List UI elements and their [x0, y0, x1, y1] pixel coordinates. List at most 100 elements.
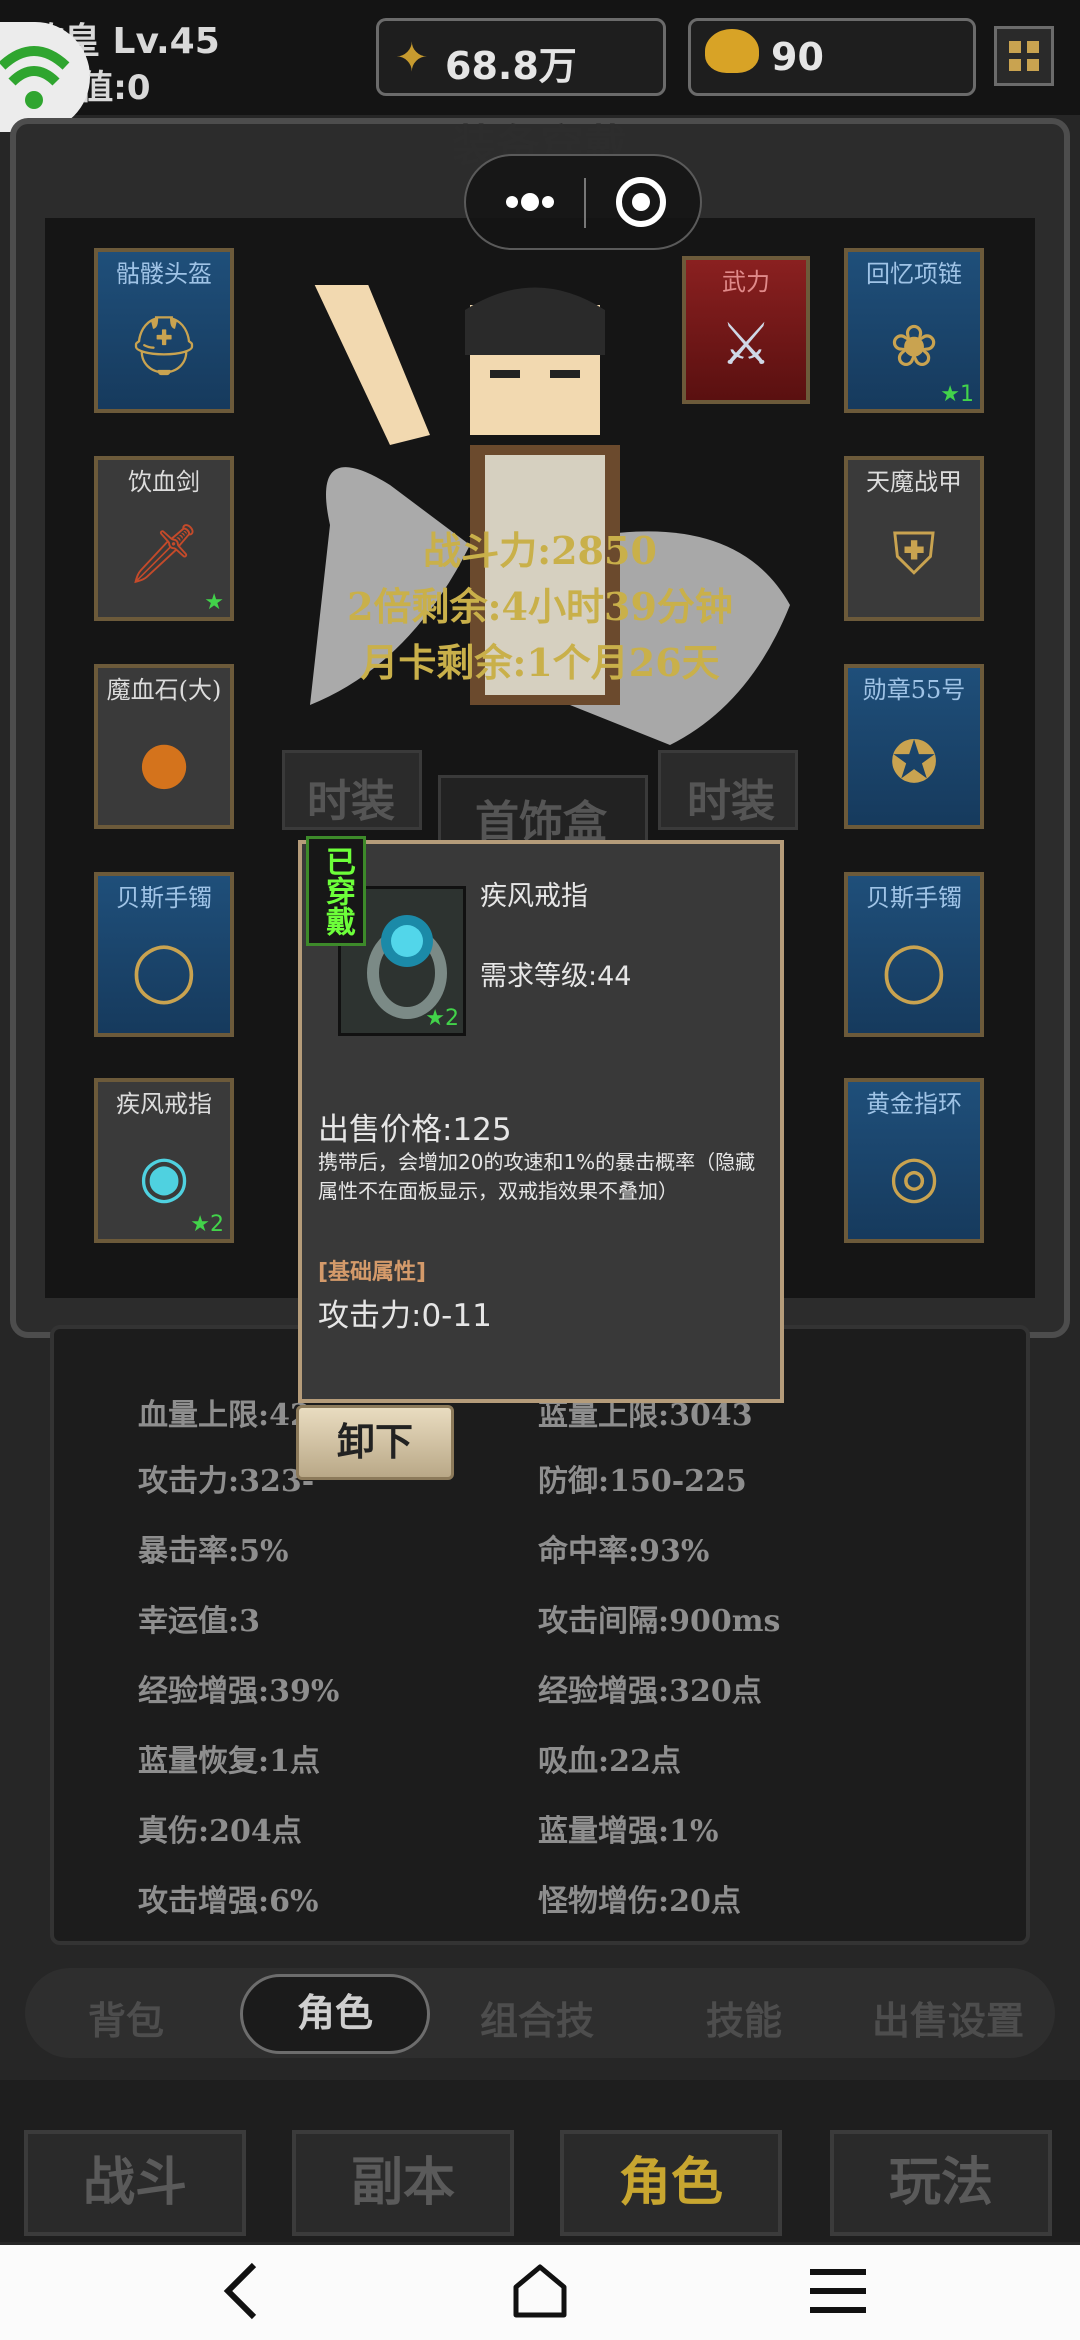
- tab-fashion-right[interactable]: 时装: [658, 750, 798, 830]
- menu-lines-icon: [810, 2269, 866, 2313]
- close-circle-icon: [616, 177, 666, 227]
- slot-label: 骷髅头盔: [116, 260, 212, 288]
- armor-icon: ⛨: [892, 519, 936, 588]
- stat-right: 防御:150-225: [538, 1464, 747, 1499]
- gold-ingot-icon: [705, 29, 759, 73]
- system-navigation-bar: [0, 2245, 1080, 2340]
- home-button[interactable]: [508, 2259, 572, 2327]
- required-level: 需求等级:44: [480, 961, 632, 992]
- stat-hp-max: 血量上限:42: [138, 1398, 311, 1433]
- back-arrow-icon: [223, 2262, 257, 2320]
- stat-right: 经验增强:320点: [538, 1674, 762, 1709]
- slot-label: 勋章55号: [862, 676, 966, 704]
- orb-icon: ●: [138, 728, 190, 797]
- helmet-icon: ⛑: [127, 311, 201, 380]
- equip-slot-necklace[interactable]: 回忆项链 ❀ ★1: [844, 248, 984, 413]
- item-description: 携带后，会增加20的攻速和1%的暴击概率（隐藏属性不在面板显示，双戒指效果不叠加…: [318, 1150, 756, 1203]
- stat-right: 吸血:22点: [538, 1744, 681, 1779]
- capsule-divider: [584, 178, 586, 228]
- ring-icon: ◎: [888, 1142, 940, 1211]
- slot-label: 黄金指环: [866, 1090, 962, 1118]
- ingot-amount: 90: [771, 35, 824, 79]
- slot-label: 饮血剑: [128, 468, 200, 496]
- item-star: ★2: [425, 1006, 459, 1031]
- mini-program-capsule: [464, 154, 702, 250]
- slot-label: 天魔战甲: [866, 468, 962, 496]
- close-mini-program-button[interactable]: [606, 170, 676, 234]
- star-badge: ★1: [940, 382, 974, 407]
- tab-sell-settings[interactable]: 出售设置: [872, 1990, 1024, 2045]
- slot-label: 贝斯手镯: [116, 884, 212, 912]
- more-options-button[interactable]: [490, 170, 570, 234]
- recent-apps-button[interactable]: [806, 2259, 870, 2327]
- equip-slot-helmet[interactable]: 骷髅头盔 ⛑: [94, 248, 234, 413]
- more-dots-icon: [506, 193, 554, 211]
- slot-label: 回忆项链: [866, 260, 962, 288]
- stat-left: 蓝量恢复:1点: [138, 1744, 320, 1779]
- stat-left: 暴击率:5%: [138, 1534, 289, 1569]
- sell-price: 出售价格:125: [318, 1112, 512, 1148]
- item-attack: 攻击力:0-11: [318, 1298, 492, 1334]
- equip-slot-sword[interactable]: 饮血剑 🗡 ★: [94, 456, 234, 621]
- sword-icon: 🗡: [127, 519, 201, 588]
- stat-left: 攻击力:323-: [138, 1464, 315, 1499]
- nav-gameplay[interactable]: 玩法: [830, 2130, 1052, 2236]
- tab-fashion-left-label: 时装: [307, 776, 395, 827]
- item-name: 疾风戒指: [480, 881, 588, 912]
- necklace-icon: ❀: [889, 312, 939, 381]
- back-button[interactable]: [212, 2259, 272, 2327]
- gold-coin-icon: ✦: [395, 35, 429, 81]
- nav-character[interactable]: 角色: [560, 2130, 782, 2236]
- slot-label: 贝斯手镯: [866, 884, 962, 912]
- tab-skills[interactable]: 技能: [706, 1990, 782, 2045]
- equip-slot-gem[interactable]: 魔血石(大) ●: [94, 664, 234, 829]
- grid-menu-button[interactable]: [994, 26, 1054, 86]
- monthly-card-remaining: 月卡剩余:1个月26天: [360, 640, 720, 685]
- equip-slot-medal[interactable]: 勋章55号 ✪: [844, 664, 984, 829]
- tab-jewelry-box[interactable]: 首饰盒: [438, 775, 648, 848]
- gold-amount: 68.8万: [445, 44, 577, 88]
- tab-fashion-left[interactable]: 时装: [282, 750, 422, 830]
- stat-right: 蓝量增强:1%: [538, 1814, 719, 1849]
- weapon-slot[interactable]: 武力 ⚔: [682, 256, 810, 404]
- unequip-button[interactable]: 卸下: [296, 1405, 454, 1480]
- ring-icon: ◉: [138, 1142, 190, 1211]
- stat-left: 幸运值:3: [138, 1604, 260, 1639]
- equip-slot-bracelet-right[interactable]: 贝斯手镯 ◯: [844, 872, 984, 1037]
- medal-icon: ✪: [889, 728, 939, 797]
- stat-left: 攻击增强:6%: [138, 1884, 319, 1919]
- grid-icon: [1009, 41, 1039, 71]
- wifi-icon: [0, 46, 70, 109]
- home-icon: [513, 2264, 567, 2318]
- tab-character[interactable]: 角色: [240, 1974, 430, 2054]
- bracelet-icon: ◯: [131, 936, 197, 1005]
- stat-right: 怪物增伤:20点: [538, 1884, 741, 1919]
- stat-left: 经验增强:39%: [138, 1674, 340, 1709]
- tab-backpack[interactable]: 背包: [88, 1990, 164, 2045]
- basic-attributes-header: [基础属性]: [318, 1260, 427, 1285]
- weapon-slot-label: 武力: [722, 268, 770, 296]
- star-badge: ★: [204, 590, 224, 615]
- gold-counter[interactable]: ✦ 68.8万: [376, 18, 666, 96]
- sword-icon: ⚔: [720, 310, 772, 378]
- equip-slot-bracelet-left[interactable]: 贝斯手镯 ◯: [94, 872, 234, 1037]
- stat-right: 攻击间隔:900ms: [538, 1604, 781, 1639]
- equip-slot-armor[interactable]: 天魔战甲 ⛨: [844, 456, 984, 621]
- tab-fashion-right-label: 时装: [687, 776, 775, 827]
- slot-label: 疾风戒指: [116, 1090, 212, 1118]
- equip-slot-ring-right[interactable]: 黄金指环 ◎: [844, 1078, 984, 1243]
- equipped-badge: 已穿戴: [306, 836, 366, 946]
- ingot-counter[interactable]: 90: [688, 18, 976, 96]
- star-badge: ★2: [190, 1212, 224, 1237]
- tab-combo-skills[interactable]: 组合技: [480, 1990, 594, 2045]
- slot-label: 魔血石(大): [106, 676, 222, 704]
- network-indicator[interactable]: [0, 22, 90, 132]
- combat-power: 战斗力:2850: [423, 528, 657, 573]
- bracelet-icon: ◯: [881, 936, 947, 1005]
- stat-right: 命中率:93%: [538, 1534, 710, 1569]
- nav-dungeon[interactable]: 副本: [292, 2130, 514, 2236]
- stat-left: 真伤:204点: [138, 1814, 302, 1849]
- nav-battle[interactable]: 战斗: [24, 2130, 246, 2236]
- equip-slot-ring-left[interactable]: 疾风戒指 ◉ ★2: [94, 1078, 234, 1243]
- double-exp-remaining: 2倍剩余:4小时39分钟: [347, 584, 733, 629]
